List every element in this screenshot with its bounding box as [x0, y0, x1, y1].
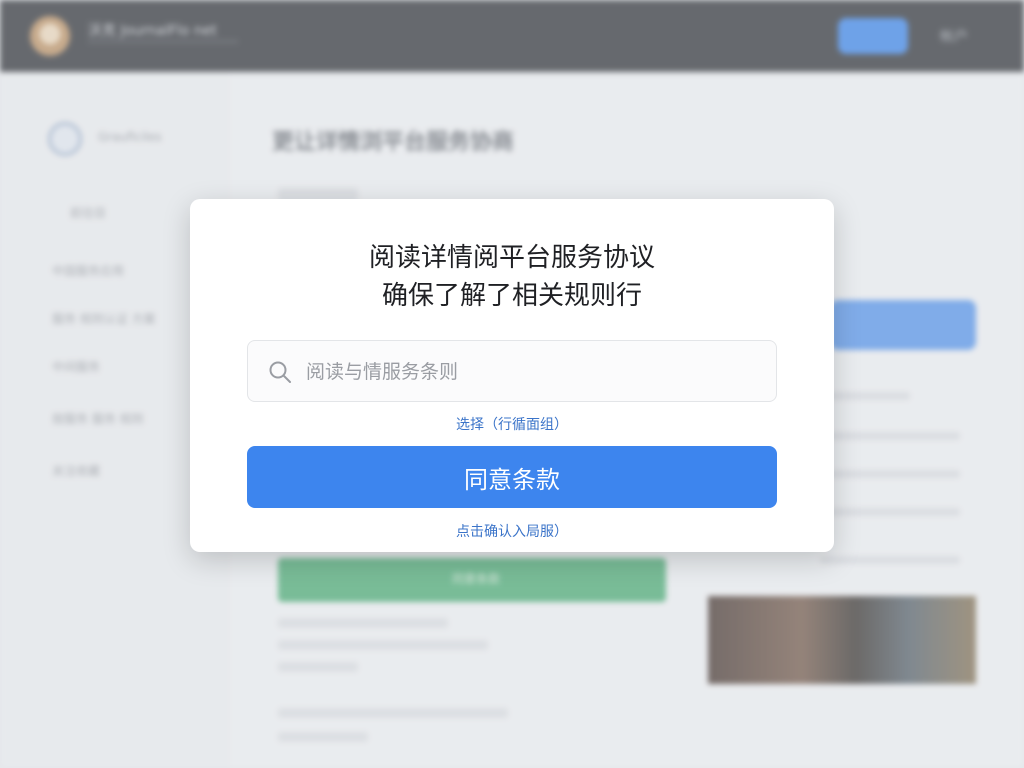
dialog-title-line-2: 确保了解了相关规则行 [381, 281, 642, 311]
dialog-title: 阅读详情阅平台服务协议 确保了解了相关规则行 [190, 239, 834, 315]
confirm-link[interactable]: 点击确认入局服） [190, 521, 834, 541]
agree-button[interactable]: 同意条款 [247, 446, 777, 508]
select-link[interactable]: 选择（行循面组） [190, 414, 834, 434]
search-field[interactable] [247, 340, 777, 402]
dialog-title-line-1: 阅读详情阅平台服务协议 [368, 243, 655, 273]
search-icon [269, 361, 291, 383]
agreement-dialog: 阅读详情阅平台服务协议 确保了解了相关规则行 选择（行循面组） 同意条款 点击确… [190, 199, 834, 552]
search-input[interactable] [306, 353, 756, 391]
